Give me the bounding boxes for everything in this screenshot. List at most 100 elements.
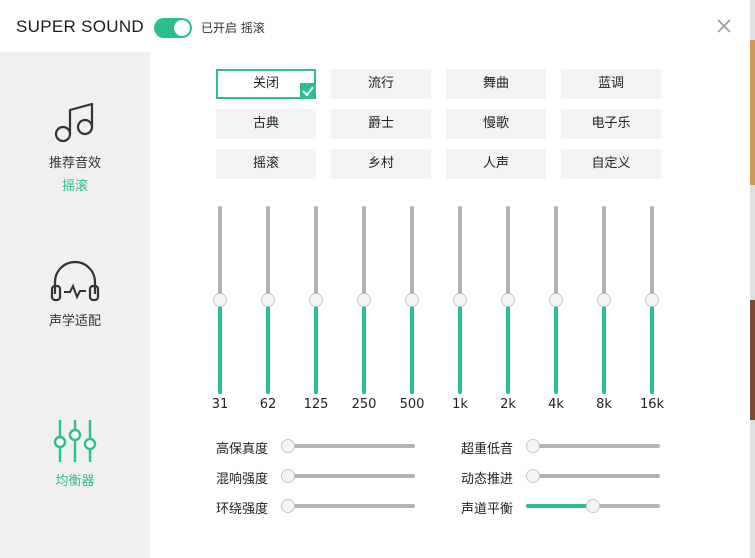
main-panel: 关闭 流行 舞曲 蓝调古典 爵士 慢歌 电子乐摇滚 乡村 人声 自定义 31 62 125 250 500… bbox=[150, 52, 750, 558]
eq-band-slider[interactable]: 500 bbox=[400, 206, 424, 416]
preset-button[interactable]: 关闭 bbox=[216, 69, 316, 99]
preset-button[interactable]: 蓝调 bbox=[561, 69, 661, 99]
close-button[interactable] bbox=[714, 16, 734, 36]
eq-fill bbox=[554, 300, 558, 394]
eq-frequency-label: 250 bbox=[351, 397, 377, 412]
eq-frequency-label: 31 bbox=[211, 397, 229, 412]
eq-fill bbox=[266, 300, 270, 394]
effect-track bbox=[281, 504, 415, 508]
eq-fill bbox=[410, 300, 414, 394]
eq-knob[interactable] bbox=[645, 293, 659, 307]
eq-band-slider[interactable]: 250 bbox=[352, 206, 376, 416]
eq-frequency-label: 1k bbox=[452, 397, 468, 412]
eq-frequency-label: 16k bbox=[639, 397, 665, 412]
sidebar-item-acoustic[interactable]: 声学适配 bbox=[0, 260, 150, 329]
eq-frequency-label: 500 bbox=[399, 397, 425, 412]
effect-track bbox=[526, 474, 660, 478]
effect-knob[interactable] bbox=[281, 439, 295, 453]
eq-band-slider[interactable]: 4k bbox=[544, 206, 568, 416]
eq-band-slider[interactable]: 62 bbox=[256, 206, 280, 416]
eq-frequency-label: 62 bbox=[259, 397, 277, 412]
preset-button[interactable]: 慢歌 bbox=[446, 109, 546, 139]
sound-effect-toggle[interactable] bbox=[154, 18, 192, 38]
effect-label: 声道平衡 bbox=[461, 502, 514, 517]
effect-label: 高保真度 bbox=[216, 442, 269, 457]
eq-band-slider[interactable]: 16k bbox=[640, 206, 664, 416]
effect-label: 环绕强度 bbox=[216, 502, 269, 517]
eq-fill bbox=[506, 300, 510, 394]
effect-fill bbox=[526, 504, 593, 508]
eq-knob[interactable] bbox=[597, 293, 611, 307]
eq-frequency-label: 8k bbox=[596, 397, 612, 412]
background-app-edge bbox=[750, 0, 755, 558]
effect-status-text: 已开启 摇滚 bbox=[201, 21, 265, 35]
eq-knob[interactable] bbox=[549, 293, 563, 307]
eq-frequency-label: 2k bbox=[500, 397, 516, 412]
eq-frequency-label: 4k bbox=[548, 397, 564, 412]
effect-slider[interactable] bbox=[526, 469, 660, 483]
eq-band-slider[interactable]: 125 bbox=[304, 206, 328, 416]
preset-button[interactable]: 爵士 bbox=[331, 109, 431, 139]
preset-button[interactable]: 舞曲 bbox=[446, 69, 546, 99]
music-note-icon bbox=[54, 102, 94, 143]
sidebar-item-equalizer[interactable]: 均衡器 bbox=[0, 418, 150, 489]
eq-frequency-label: 125 bbox=[303, 397, 329, 412]
background-image-strip bbox=[750, 300, 755, 420]
eq-knob[interactable] bbox=[405, 293, 419, 307]
effect-label: 动态推进 bbox=[461, 472, 514, 487]
effect-slider[interactable] bbox=[281, 439, 415, 453]
effect-track bbox=[281, 474, 415, 478]
effect-track bbox=[281, 444, 415, 448]
eq-fill bbox=[650, 300, 654, 394]
eq-fill bbox=[218, 300, 222, 394]
sidebar-item-label: 推荐音效 bbox=[48, 156, 101, 171]
preset-button[interactable]: 人声 bbox=[446, 149, 546, 179]
eq-fill bbox=[602, 300, 606, 394]
eq-knob[interactable] bbox=[213, 293, 227, 307]
super-sound-window: SUPER SOUND 已开启 摇滚 推荐音效 摇滚 声学适配 均衡器 关闭 流… bbox=[0, 0, 755, 558]
sidebar-item-label: 均衡器 bbox=[55, 474, 95, 489]
effect-label: 超重低音 bbox=[461, 442, 514, 457]
preset-button[interactable]: 乡村 bbox=[331, 149, 431, 179]
eq-knob[interactable] bbox=[501, 293, 515, 307]
headphones-icon bbox=[50, 260, 100, 302]
eq-knob[interactable] bbox=[309, 293, 323, 307]
effect-slider[interactable] bbox=[526, 439, 660, 453]
sidebar-item-label: 声学适配 bbox=[48, 314, 101, 329]
eq-band-slider[interactable]: 8k bbox=[592, 206, 616, 416]
sidebar-item-recommended[interactable]: 推荐音效 摇滚 bbox=[0, 100, 150, 194]
effect-slider[interactable] bbox=[281, 469, 415, 483]
app-title: SUPER SOUND bbox=[16, 17, 144, 36]
effect-slider[interactable] bbox=[281, 499, 415, 513]
current-effect-label: 摇滚 bbox=[61, 179, 88, 194]
preset-button[interactable]: 电子乐 bbox=[561, 109, 661, 139]
preset-button[interactable]: 古典 bbox=[216, 109, 316, 139]
eq-band-slider[interactable]: 2k bbox=[496, 206, 520, 416]
effect-label: 混响强度 bbox=[216, 472, 269, 487]
eq-knob[interactable] bbox=[261, 293, 275, 307]
effect-knob[interactable] bbox=[281, 469, 295, 483]
toggle-knob bbox=[174, 20, 190, 36]
effect-track bbox=[526, 444, 660, 448]
effect-knob[interactable] bbox=[281, 499, 295, 513]
effect-knob[interactable] bbox=[526, 439, 540, 453]
preset-button[interactable]: 自定义 bbox=[561, 149, 661, 179]
sidebar: 推荐音效 摇滚 声学适配 均衡器 bbox=[0, 52, 150, 558]
effect-knob[interactable] bbox=[526, 469, 540, 483]
checkmark-icon bbox=[300, 83, 316, 99]
effect-knob[interactable] bbox=[586, 499, 600, 513]
eq-fill bbox=[314, 300, 318, 394]
preset-button[interactable]: 流行 bbox=[331, 69, 431, 99]
background-image-strip bbox=[750, 40, 755, 185]
equalizer-icon bbox=[53, 420, 97, 462]
eq-fill bbox=[362, 300, 366, 394]
header-bar: SUPER SOUND 已开启 摇滚 bbox=[0, 0, 750, 52]
preset-button[interactable]: 摇滚 bbox=[216, 149, 316, 179]
eq-knob[interactable] bbox=[357, 293, 371, 307]
eq-knob[interactable] bbox=[453, 293, 467, 307]
eq-band-slider[interactable]: 31 bbox=[208, 206, 232, 416]
close-icon bbox=[717, 19, 731, 33]
eq-band-slider[interactable]: 1k bbox=[448, 206, 472, 416]
eq-fill bbox=[458, 300, 462, 394]
effect-slider[interactable] bbox=[526, 499, 660, 513]
